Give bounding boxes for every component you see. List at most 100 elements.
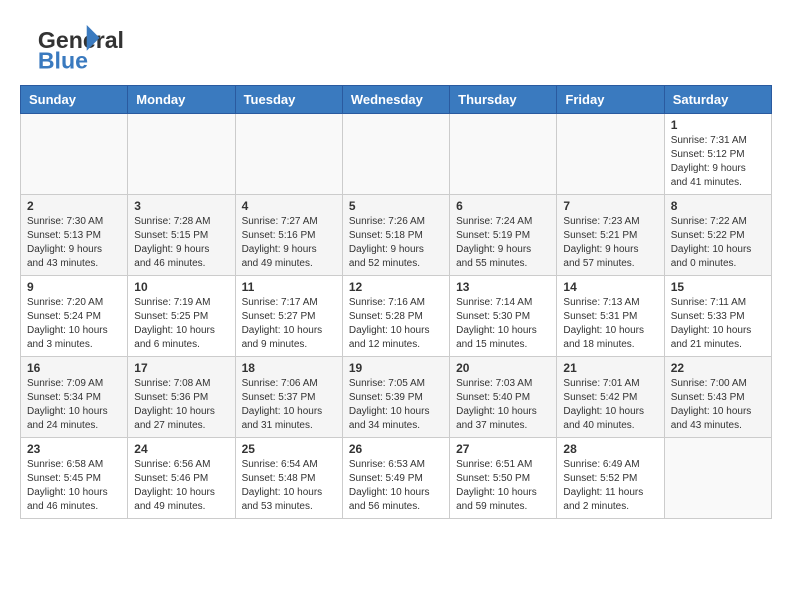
day-info: Sunrise: 7:19 AMSunset: 5:25 PMDaylight:… xyxy=(134,296,228,352)
week-row-1: 1 Sunrise: 7:31 AMSunset: 5:12 PMDaylight… xyxy=(21,114,772,195)
day-cell: 12 Sunrise: 7:16 AMSunset: 5:28 PMDayligh… xyxy=(342,276,449,357)
day-info: Sunrise: 6:53 AMSunset: 5:49 PMDaylight:… xyxy=(349,458,443,514)
day-info: Sunrise: 7:22 AMSunset: 5:22 PMDaylight:… xyxy=(671,215,765,271)
day-info: Sunrise: 7:08 AMSunset: 5:36 PMDaylight:… xyxy=(134,377,228,433)
day-info: Sunrise: 6:54 AMSunset: 5:48 PMDaylight:… xyxy=(242,458,336,514)
day-number: 17 xyxy=(134,361,228,375)
day-cell: 17 Sunrise: 7:08 AMSunset: 5:36 PMDayligh… xyxy=(128,357,235,438)
day-info: Sunrise: 7:01 AMSunset: 5:42 PMDaylight:… xyxy=(563,377,657,433)
weekday-header-monday: Monday xyxy=(128,86,235,114)
day-number: 26 xyxy=(349,442,443,456)
day-cell xyxy=(342,114,449,195)
day-info: Sunrise: 6:58 AMSunset: 5:45 PMDaylight:… xyxy=(27,458,121,514)
page-header: General Blue xyxy=(20,20,772,70)
week-row-3: 9 Sunrise: 7:20 AMSunset: 5:24 PMDaylight… xyxy=(21,276,772,357)
day-number: 10 xyxy=(134,280,228,294)
day-info: Sunrise: 7:06 AMSunset: 5:37 PMDaylight:… xyxy=(242,377,336,433)
weekday-header-thursday: Thursday xyxy=(450,86,557,114)
day-info: Sunrise: 7:20 AMSunset: 5:24 PMDaylight:… xyxy=(27,296,121,352)
day-cell: 18Sunrise: 7:06 AMSunset: 5:37 PMDayligh… xyxy=(235,357,342,438)
day-cell: 1 Sunrise: 7:31 AMSunset: 5:12 PMDaylight… xyxy=(664,114,771,195)
day-number: 20 xyxy=(456,361,550,375)
day-cell xyxy=(557,114,664,195)
day-number: 28 xyxy=(563,442,657,456)
day-number: 1 xyxy=(671,118,765,132)
day-cell xyxy=(450,114,557,195)
weekday-header-tuesday: Tuesday xyxy=(235,86,342,114)
day-number: 24 xyxy=(134,442,228,456)
svg-text:Blue: Blue xyxy=(38,48,88,74)
week-row-5: 23 Sunrise: 6:58 AMSunset: 5:45 PMDayligh… xyxy=(21,438,772,519)
day-cell: 28 Sunrise: 6:49 AMSunset: 5:52 PMDayligh… xyxy=(557,438,664,519)
weekday-header-friday: Friday xyxy=(557,86,664,114)
day-info: Sunrise: 7:23 AMSunset: 5:21 PMDaylight:… xyxy=(563,215,657,271)
day-number: 7 xyxy=(563,199,657,213)
day-cell xyxy=(235,114,342,195)
day-number: 9 xyxy=(27,280,121,294)
day-number: 2 xyxy=(27,199,121,213)
day-cell: 19 Sunrise: 7:05 AMSunset: 5:39 PMDayligh… xyxy=(342,357,449,438)
day-cell: 7 Sunrise: 7:23 AMSunset: 5:21 PMDaylight… xyxy=(557,195,664,276)
day-cell: 26 Sunrise: 6:53 AMSunset: 5:49 PMDayligh… xyxy=(342,438,449,519)
day-info: Sunrise: 7:28 AMSunset: 5:15 PMDaylight:… xyxy=(134,215,228,271)
day-cell: 15Sunrise: 7:11 AMSunset: 5:33 PMDayligh… xyxy=(664,276,771,357)
day-number: 21 xyxy=(563,361,657,375)
day-number: 11 xyxy=(242,280,336,294)
day-cell: 9 Sunrise: 7:20 AMSunset: 5:24 PMDaylight… xyxy=(21,276,128,357)
day-cell: 3 Sunrise: 7:28 AMSunset: 5:15 PMDaylight… xyxy=(128,195,235,276)
day-info: Sunrise: 6:56 AMSunset: 5:46 PMDaylight:… xyxy=(134,458,228,514)
day-number: 6 xyxy=(456,199,550,213)
day-info: Sunrise: 7:26 AMSunset: 5:18 PMDaylight:… xyxy=(349,215,443,271)
day-cell: 22Sunrise: 7:00 AMSunset: 5:43 PMDayligh… xyxy=(664,357,771,438)
day-number: 27 xyxy=(456,442,550,456)
day-info: Sunrise: 7:05 AMSunset: 5:39 PMDaylight:… xyxy=(349,377,443,433)
day-cell: 21 Sunrise: 7:01 AMSunset: 5:42 PMDayligh… xyxy=(557,357,664,438)
weekday-header-saturday: Saturday xyxy=(664,86,771,114)
day-info: Sunrise: 6:49 AMSunset: 5:52 PMDaylight:… xyxy=(563,458,657,514)
calendar-table: SundayMondayTuesdayWednesdayThursdayFrid… xyxy=(20,85,772,519)
day-cell: 5 Sunrise: 7:26 AMSunset: 5:18 PMDaylight… xyxy=(342,195,449,276)
day-number: 13 xyxy=(456,280,550,294)
day-cell: 20 Sunrise: 7:03 AMSunset: 5:40 PMDayligh… xyxy=(450,357,557,438)
day-cell: 24 Sunrise: 6:56 AMSunset: 5:46 PMDayligh… xyxy=(128,438,235,519)
day-cell: 11 Sunrise: 7:17 AMSunset: 5:27 PMDayligh… xyxy=(235,276,342,357)
day-info: Sunrise: 6:51 AMSunset: 5:50 PMDaylight:… xyxy=(456,458,550,514)
day-cell: 23 Sunrise: 6:58 AMSunset: 5:45 PMDayligh… xyxy=(21,438,128,519)
day-cell: 6Sunrise: 7:24 AMSunset: 5:19 PMDaylight… xyxy=(450,195,557,276)
day-info: Sunrise: 7:09 AMSunset: 5:34 PMDaylight:… xyxy=(27,377,121,433)
day-info: Sunrise: 7:14 AMSunset: 5:30 PMDaylight:… xyxy=(456,296,550,352)
day-number: 19 xyxy=(349,361,443,375)
day-cell: 16 Sunrise: 7:09 AMSunset: 5:34 PMDayligh… xyxy=(21,357,128,438)
day-cell: 4Sunrise: 7:27 AMSunset: 5:16 PMDaylight… xyxy=(235,195,342,276)
day-info: Sunrise: 7:27 AMSunset: 5:16 PMDaylight:… xyxy=(242,215,336,271)
day-info: Sunrise: 7:30 AMSunset: 5:13 PMDaylight:… xyxy=(27,215,121,271)
weekday-header-wednesday: Wednesday xyxy=(342,86,449,114)
day-number: 3 xyxy=(134,199,228,213)
week-row-4: 16 Sunrise: 7:09 AMSunset: 5:34 PMDayligh… xyxy=(21,357,772,438)
day-cell: 8 Sunrise: 7:22 AMSunset: 5:22 PMDaylight… xyxy=(664,195,771,276)
day-cell: 25Sunrise: 6:54 AMSunset: 5:48 PMDayligh… xyxy=(235,438,342,519)
day-number: 23 xyxy=(27,442,121,456)
day-number: 14 xyxy=(563,280,657,294)
day-cell: 14 Sunrise: 7:13 AMSunset: 5:31 PMDayligh… xyxy=(557,276,664,357)
day-info: Sunrise: 7:13 AMSunset: 5:31 PMDaylight:… xyxy=(563,296,657,352)
day-info: Sunrise: 7:11 AMSunset: 5:33 PMDaylight:… xyxy=(671,296,765,352)
day-number: 16 xyxy=(27,361,121,375)
day-cell: 10 Sunrise: 7:19 AMSunset: 5:25 PMDayligh… xyxy=(128,276,235,357)
day-info: Sunrise: 7:17 AMSunset: 5:27 PMDaylight:… xyxy=(242,296,336,352)
day-number: 5 xyxy=(349,199,443,213)
day-info: Sunrise: 7:16 AMSunset: 5:28 PMDaylight:… xyxy=(349,296,443,352)
day-info: Sunrise: 7:31 AMSunset: 5:12 PMDaylight:… xyxy=(671,134,765,190)
logo-icon: General Blue xyxy=(20,25,120,70)
weekday-header-row: SundayMondayTuesdayWednesdayThursdayFrid… xyxy=(21,86,772,114)
day-cell xyxy=(128,114,235,195)
week-row-2: 2 Sunrise: 7:30 AMSunset: 5:13 PMDaylight… xyxy=(21,195,772,276)
day-cell: 27 Sunrise: 6:51 AMSunset: 5:50 PMDayligh… xyxy=(450,438,557,519)
day-number: 12 xyxy=(349,280,443,294)
day-info: Sunrise: 7:03 AMSunset: 5:40 PMDaylight:… xyxy=(456,377,550,433)
weekday-header-sunday: Sunday xyxy=(21,86,128,114)
day-number: 8 xyxy=(671,199,765,213)
day-cell: 13 Sunrise: 7:14 AMSunset: 5:30 PMDayligh… xyxy=(450,276,557,357)
day-cell xyxy=(664,438,771,519)
day-cell: 2 Sunrise: 7:30 AMSunset: 5:13 PMDaylight… xyxy=(21,195,128,276)
